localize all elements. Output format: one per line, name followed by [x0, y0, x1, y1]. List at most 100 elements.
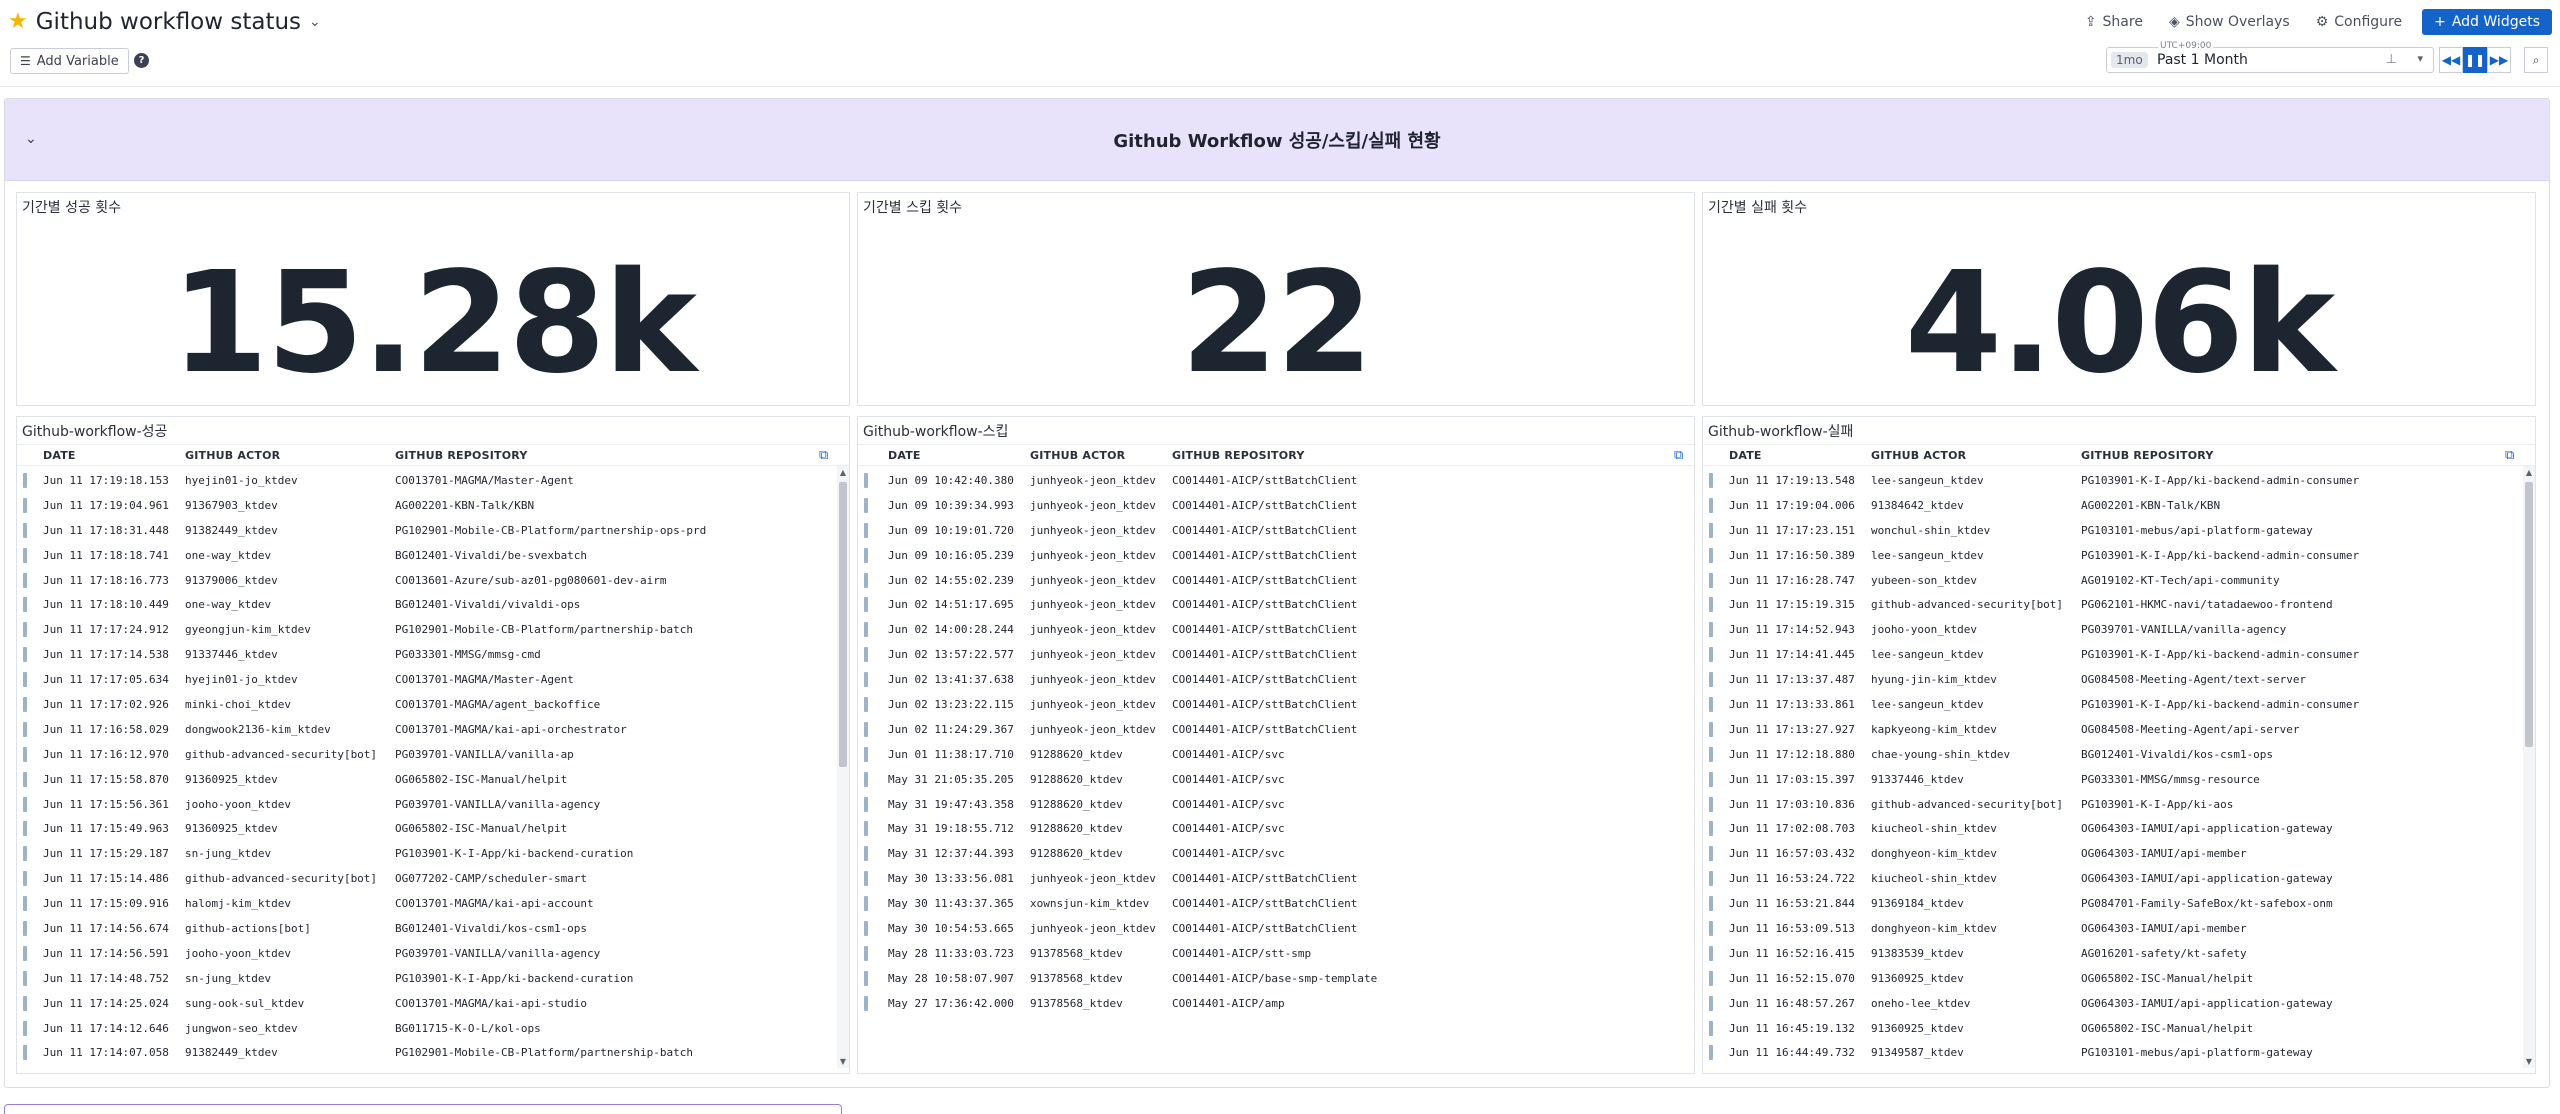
table-row[interactable]: Jun 11 17:19:04.006 91384642_ktdev AG00220… — [1703, 493, 2535, 518]
table-row[interactable]: Jun 09 10:42:40.380 junhyeok-jeon_ktdev CO… — [858, 468, 1694, 493]
table-row[interactable]: Jun 11 17:14:52.943 jooho-yoon_ktdev PG039… — [1703, 617, 2535, 642]
table-row[interactable]: May 28 11:33:03.723 91378568_ktdev CO01440… — [858, 941, 1694, 966]
table-row[interactable]: May 28 10:58:07.907 91378568_ktdev CO01440… — [858, 966, 1694, 991]
table-row[interactable]: Jun 11 16:53:24.722 kiucheol-shin_ktdev OG… — [1703, 866, 2535, 891]
table-row[interactable]: Jun 11 17:13:33.861 lee-sangeun_ktdev PG10… — [1703, 692, 2535, 717]
table-row[interactable]: Jun 11 16:52:15.070 91360925_ktdev OG06580… — [1703, 966, 2535, 991]
table-row[interactable]: May 30 13:33:56.081 junhyeok-jeon_ktdev CO… — [858, 866, 1694, 891]
column-header-date[interactable]: DATE — [1729, 449, 1762, 462]
table-row[interactable]: Jun 11 17:16:28.747 yubeen-son_ktdev AG019… — [1703, 568, 2535, 593]
table-row[interactable]: Jun 02 13:23:22.115 junhyeok-jeon_ktdev CO… — [858, 692, 1694, 717]
table-row[interactable]: Jun 11 16:53:21.844 91369184_ktdev PG08470… — [1703, 891, 2535, 916]
group-header[interactable]: ⌄ Github Workflow 성공/스킵/실패 현황 — [5, 99, 2549, 181]
table-row[interactable]: Jun 11 17:15:09.916 halomj-kim_ktdev CO013… — [17, 891, 849, 916]
column-header-actor[interactable]: GITHUB ACTOR — [1030, 449, 1125, 462]
table-row[interactable]: Jun 11 17:12:18.880 chae-young-shin_ktdev… — [1703, 742, 2535, 767]
table-row[interactable]: Jun 11 17:03:10.836 github-advanced-secur… — [1703, 792, 2535, 817]
chevron-down-icon[interactable]: ⌄ — [309, 14, 321, 30]
table-row[interactable]: Jun 11 17:18:10.449 one-way_ktdev BG012401… — [17, 592, 849, 617]
table-row[interactable]: Jun 11 17:18:16.773 91379006_ktdev CO01360… — [17, 568, 849, 593]
table-widget-skip[interactable]: Github-workflow-스킵 DATE GITHUB ACTOR GIT… — [857, 416, 1695, 1074]
table-row[interactable]: Jun 11 17:15:56.361 jooho-yoon_ktdev PG039… — [17, 792, 849, 817]
table-row[interactable]: Jun 11 16:53:09.513 donghyeon-kim_ktdev OG… — [1703, 916, 2535, 941]
scroll-thumb[interactable] — [2525, 482, 2533, 747]
table-row[interactable]: Jun 11 17:15:58.870 91360925_ktdev OG06580… — [17, 767, 849, 792]
external-link-icon[interactable]: ⧉ — [819, 448, 828, 463]
time-range-picker[interactable]: 1mo Past 1 Month ⊥ ▾ — [2106, 47, 2434, 73]
table-row[interactable]: Jun 11 16:44:49.732 91349587_ktdev PG10310… — [1703, 1040, 2535, 1065]
search-icon[interactable]: ⌕ — [2524, 47, 2548, 73]
column-header-repo[interactable]: GITHUB REPOSITORY — [2081, 449, 2213, 462]
table-row[interactable]: Jun 11 17:17:23.151 wonchul-shin_ktdev PG1… — [1703, 518, 2535, 543]
table-row[interactable]: May 31 12:37:44.393 91288620_ktdev CO01440… — [858, 841, 1694, 866]
table-row[interactable]: Jun 11 17:14:56.674 github-actions[bot] BG… — [17, 916, 849, 941]
table-row[interactable]: Jun 11 17:14:25.024 sung-ook-sul_ktdev CO0… — [17, 991, 849, 1016]
table-row[interactable]: Jun 11 16:48:57.267 oneho-lee_ktdev OG0643… — [1703, 991, 2535, 1016]
dashboard-title[interactable]: Github workflow status — [36, 9, 301, 35]
table-row[interactable]: Jun 11 16:52:16.415 91383539_ktdev AG01620… — [1703, 941, 2535, 966]
scroll-down-icon[interactable]: ▼ — [2523, 1057, 2535, 1066]
table-row[interactable]: Jun 11 17:19:04.961 91367903_ktdev AG00220… — [17, 493, 849, 518]
table-row[interactable]: Jun 11 17:15:29.187 sn-jung_ktdev PG103901… — [17, 841, 849, 866]
table-row[interactable]: Jun 11 17:18:18.741 one-way_ktdev BG012401… — [17, 543, 849, 568]
help-icon[interactable]: ? — [134, 53, 149, 68]
table-row[interactable]: Jun 02 14:51:17.695 junhyeok-jeon_ktdev CO… — [858, 592, 1694, 617]
table-row[interactable]: Jun 11 17:13:37.487 hyung-jin-kim_ktdev OG… — [1703, 667, 2535, 692]
table-row[interactable]: Jun 11 17:15:14.486 github-advanced-secur… — [17, 866, 849, 891]
add-widgets-button[interactable]: + Add Widgets — [2422, 9, 2552, 35]
table-row[interactable]: May 31 21:05:35.205 91288620_ktdev CO01440… — [858, 767, 1694, 792]
table-row[interactable]: May 30 10:54:53.665 junhyeok-jeon_ktdev CO… — [858, 916, 1694, 941]
table-row[interactable]: Jun 11 17:14:07.058 91382449_ktdev PG10290… — [17, 1040, 849, 1065]
next-group-outline[interactable] — [4, 1104, 842, 1114]
scroll-up-icon[interactable]: ▲ — [837, 468, 849, 477]
chevron-down-icon[interactable]: ▾ — [2417, 52, 2423, 65]
table-row[interactable]: Jun 02 14:55:02.239 junhyeok-jeon_ktdev CO… — [858, 568, 1694, 593]
table-row[interactable]: Jun 11 17:18:31.448 91382449_ktdev PG10290… — [17, 518, 849, 543]
stat-widget-skip[interactable]: 기간별 스킵 횟수 22 — [857, 192, 1695, 406]
column-header-repo[interactable]: GITHUB REPOSITORY — [1172, 449, 1304, 462]
table-row[interactable]: Jun 02 13:57:22.577 junhyeok-jeon_ktdev CO… — [858, 642, 1694, 667]
table-row[interactable]: May 31 19:18:55.712 91288620_ktdev CO01440… — [858, 816, 1694, 841]
table-row[interactable]: Jun 02 13:41:37.638 junhyeok-jeon_ktdev CO… — [858, 667, 1694, 692]
stat-widget-success[interactable]: 기간별 성공 횟수 15.28k — [16, 192, 850, 406]
scroll-thumb[interactable] — [839, 482, 847, 767]
table-row[interactable]: Jun 11 17:16:50.389 lee-sangeun_ktdev PG10… — [1703, 543, 2535, 568]
stat-widget-failure[interactable]: 기간별 실패 횟수 4.06k — [1702, 192, 2536, 406]
table-row[interactable]: Jun 11 17:17:05.634 hyejin01-jo_ktdev CO01… — [17, 667, 849, 692]
table-row[interactable]: Jun 11 17:02:08.703 kiucheol-shin_ktdev OG… — [1703, 816, 2535, 841]
table-row[interactable]: Jun 11 17:13:27.927 kapkyeong-kim_ktdev OG… — [1703, 717, 2535, 742]
scrollbar[interactable]: ▲ ▼ — [837, 466, 849, 1068]
table-row[interactable]: Jun 11 17:15:49.963 91360925_ktdev OG06580… — [17, 816, 849, 841]
table-row[interactable]: Jun 11 17:17:24.912 gyeongjun-kim_ktdev PG… — [17, 617, 849, 642]
pause-button[interactable]: ❚❚ — [2463, 47, 2487, 73]
forward-button[interactable]: ▶▶ — [2487, 47, 2511, 73]
table-row[interactable]: Jun 11 17:15:19.315 github-advanced-secur… — [1703, 592, 2535, 617]
column-header-actor[interactable]: GITHUB ACTOR — [1871, 449, 1966, 462]
table-row[interactable]: Jun 09 10:19:01.720 junhyeok-jeon_ktdev CO… — [858, 518, 1694, 543]
table-row[interactable]: Jun 02 11:24:29.367 junhyeok-jeon_ktdev CO… — [858, 717, 1694, 742]
column-header-date[interactable]: DATE — [43, 449, 76, 462]
table-row[interactable]: May 27 17:36:42.000 91378568_ktdev CO01440… — [858, 991, 1694, 1016]
pin-icon[interactable]: ⊥ — [2386, 52, 2397, 67]
configure-button[interactable]: ⚙ Configure — [2310, 10, 2408, 34]
table-row[interactable]: Jun 11 17:14:48.752 sn-jung_ktdev PG103901… — [17, 966, 849, 991]
show-overlays-button[interactable]: ◈ Show Overlays — [2163, 10, 2296, 34]
add-variable-button[interactable]: ☰ Add Variable — [10, 48, 129, 74]
table-row[interactable]: Jun 11 17:16:12.970 github-advanced-secur… — [17, 742, 849, 767]
table-row[interactable]: Jun 11 17:19:13.548 lee-sangeun_ktdev PG10… — [1703, 468, 2535, 493]
table-row[interactable]: Jun 01 11:38:17.710 91288620_ktdev CO01440… — [858, 742, 1694, 767]
scrollbar[interactable]: ▲ ▼ — [2523, 466, 2535, 1068]
table-widget-success[interactable]: Github-workflow-성공 DATE GITHUB ACTOR GIT… — [16, 416, 850, 1074]
table-row[interactable]: Jun 11 17:14:56.591 jooho-yoon_ktdev PG039… — [17, 941, 849, 966]
share-button[interactable]: ⇪ Share — [2079, 10, 2149, 34]
external-link-icon[interactable]: ⧉ — [1674, 448, 1683, 463]
table-row[interactable]: Jun 09 10:39:34.993 junhyeok-jeon_ktdev CO… — [858, 493, 1694, 518]
table-row[interactable]: Jun 11 16:57:03.432 donghyeon-kim_ktdev OG… — [1703, 841, 2535, 866]
table-row[interactable]: Jun 09 10:16:05.239 junhyeok-jeon_ktdev CO… — [858, 543, 1694, 568]
column-header-date[interactable]: DATE — [888, 449, 921, 462]
star-icon[interactable]: ★ — [8, 11, 28, 33]
rewind-button[interactable]: ◀◀ — [2439, 47, 2463, 73]
table-row[interactable]: Jun 11 17:14:12.646 jungwon-seo_ktdev BG01… — [17, 1016, 849, 1041]
table-widget-failure[interactable]: Github-workflow-실패 DATE GITHUB ACTOR GIT… — [1702, 416, 2536, 1074]
table-row[interactable]: May 31 19:47:43.358 91288620_ktdev CO01440… — [858, 792, 1694, 817]
